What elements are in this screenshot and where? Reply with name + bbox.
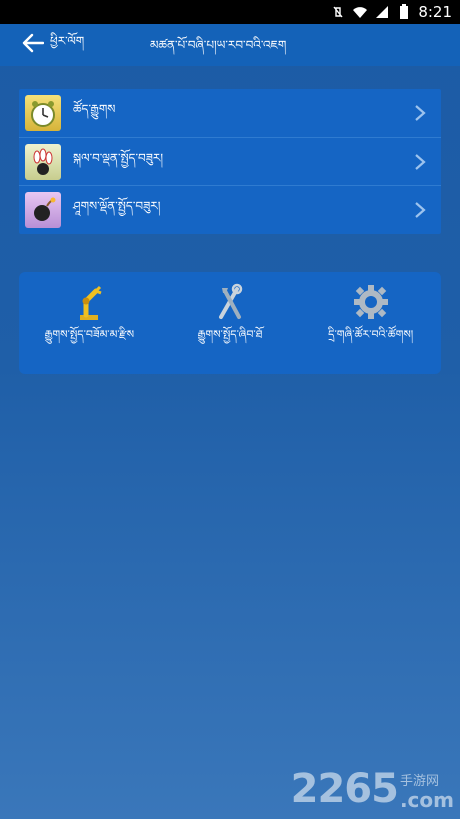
- bomb-icon: [25, 191, 61, 228]
- tool-label: རྒྱུགས་སྤྱོད་བཟོམ་མ་རྫིས: [44, 328, 135, 341]
- vibrate-off-icon: [330, 4, 346, 20]
- tool-question-settings[interactable]: དྲི་གཞི་ཚོར་བའི་ཚོགས།: [300, 272, 441, 374]
- tools-card: རྒྱུགས་སྤྱོད་བཟོམ་མ་རྫིས རྒྱུགས་སྤྱོད་ཞི…: [19, 272, 441, 374]
- app-bar: ཕྱིར་ལོག མཚན་པོ་བཞི་པ།ཡ་རབ་བའི་འཇག: [0, 24, 460, 66]
- tool-label: དྲི་གཞི་ཚོར་བའི་ཚོགས།: [328, 328, 414, 341]
- tool-exam-settings[interactable]: རྒྱུགས་སྤྱོད་བཟོམ་མ་རྫིས: [19, 272, 160, 374]
- chevron-right-icon: [415, 154, 426, 170]
- menu-item-label: ཚོད་རྒྱུགས: [73, 102, 116, 116]
- robot-arm-icon: [67, 282, 111, 322]
- tool-exam-review[interactable]: རྒྱུགས་སྤྱོད་ཞིབ་ཐོ: [160, 272, 301, 374]
- menu-item-practice[interactable]: སྐལ་བ་ལྡན་སྤྱོད་བཟུར།: [19, 137, 441, 185]
- back-button[interactable]: ཕྱིར་ལོག: [0, 24, 92, 66]
- status-time: 8:21: [418, 3, 452, 21]
- chevron-right-icon: [415, 202, 426, 218]
- tool-label: རྒྱུགས་སྤྱོད་ཞིབ་ཐོ: [197, 328, 263, 341]
- status-bar: 8:21: [0, 0, 460, 24]
- watermark-number: 2265: [290, 766, 399, 812]
- menu-card: ཚོད་རྒྱུགས སྐལ་བ་ལྡན་སྤྱོད་བཟུར། ཤཱགས་ལྡ…: [19, 89, 441, 234]
- chevron-right-icon: [415, 105, 426, 121]
- wrench-icon: [208, 282, 252, 322]
- back-label: ཕྱིར་ལོག: [50, 34, 85, 48]
- menu-item-exam[interactable]: ཚོད་རྒྱུགས: [19, 89, 441, 137]
- signal-icon: [374, 4, 390, 20]
- bowling-icon: [25, 143, 61, 180]
- menu-item-label: སྐལ་བ་ལྡན་སྤྱོད་བཟུར།: [73, 150, 164, 165]
- alarm-clock-icon: [25, 95, 61, 131]
- menu-item-challenge[interactable]: ཤཱགས་ལྡོན་སྤྱོད་བཟུར།: [19, 185, 441, 233]
- gear-icon: [349, 282, 393, 322]
- watermark-domain: .com: [399, 788, 454, 812]
- menu-item-label: ཤཱགས་ལྡོན་སྤྱོད་བཟུར།: [73, 198, 161, 213]
- back-arrow-icon: [22, 33, 45, 57]
- page-title: མཚན་པོ་བཞི་པ།ཡ་རབ་བའི་འཇག: [150, 38, 287, 52]
- watermark-logo: 2265 手游网 .com: [290, 766, 454, 812]
- wifi-icon: [352, 4, 368, 20]
- battery-icon: [396, 4, 412, 20]
